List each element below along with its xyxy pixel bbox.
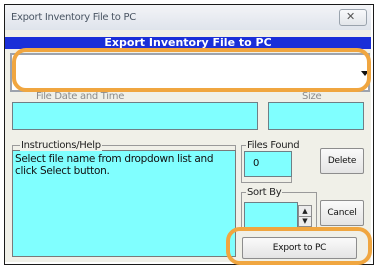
- file-dropdown[interactable]: [10, 53, 370, 92]
- instructions-text: Select file name from dropdown list and …: [15, 153, 214, 177]
- file-date-label: File Date and Time: [36, 91, 125, 102]
- instructions-label-text: Instructions/Help: [20, 140, 102, 151]
- title-bar: Export Inventory File to PC ✕: [5, 5, 371, 31]
- window-title: Export Inventory File to PC: [11, 12, 136, 23]
- cancel-button-label: Cancel: [327, 208, 357, 218]
- export-inventory-dialog: Export Inventory File to PC ✕ Export Inv…: [0, 0, 377, 267]
- instructions-label: Instructions/Help: [20, 140, 102, 151]
- header-title: Export Inventory File to PC: [104, 36, 272, 49]
- sort-by-label-text: Sort By: [246, 187, 283, 198]
- files-found-label: Files Found: [246, 140, 301, 151]
- size-field: [268, 102, 364, 130]
- chevron-down-icon[interactable]: [361, 71, 369, 76]
- sort-by-field[interactable]: [244, 202, 298, 228]
- export-button-label: Export to PC: [272, 243, 327, 253]
- files-found-field: 0: [244, 151, 292, 177]
- sort-by-spinner[interactable]: ▲ ▼: [298, 205, 312, 227]
- size-label: Size: [302, 91, 322, 102]
- instructions-help-box: Select file name from dropdown list and …: [12, 150, 236, 257]
- header-band: Export Inventory File to PC: [5, 36, 371, 49]
- export-to-pc-button[interactable]: Export to PC: [242, 237, 357, 259]
- cancel-button[interactable]: Cancel: [320, 200, 364, 226]
- files-found-value: 0: [253, 158, 260, 169]
- close-button[interactable]: ✕: [339, 9, 367, 26]
- file-date-field: [12, 102, 258, 130]
- files-found-label-text: Files Found: [246, 140, 301, 151]
- close-icon: ✕: [346, 10, 356, 23]
- spin-down-icon[interactable]: ▼: [299, 216, 311, 226]
- sort-by-label: Sort By: [246, 187, 283, 198]
- delete-button-label: Delete: [327, 156, 357, 166]
- delete-button[interactable]: Delete: [320, 148, 364, 174]
